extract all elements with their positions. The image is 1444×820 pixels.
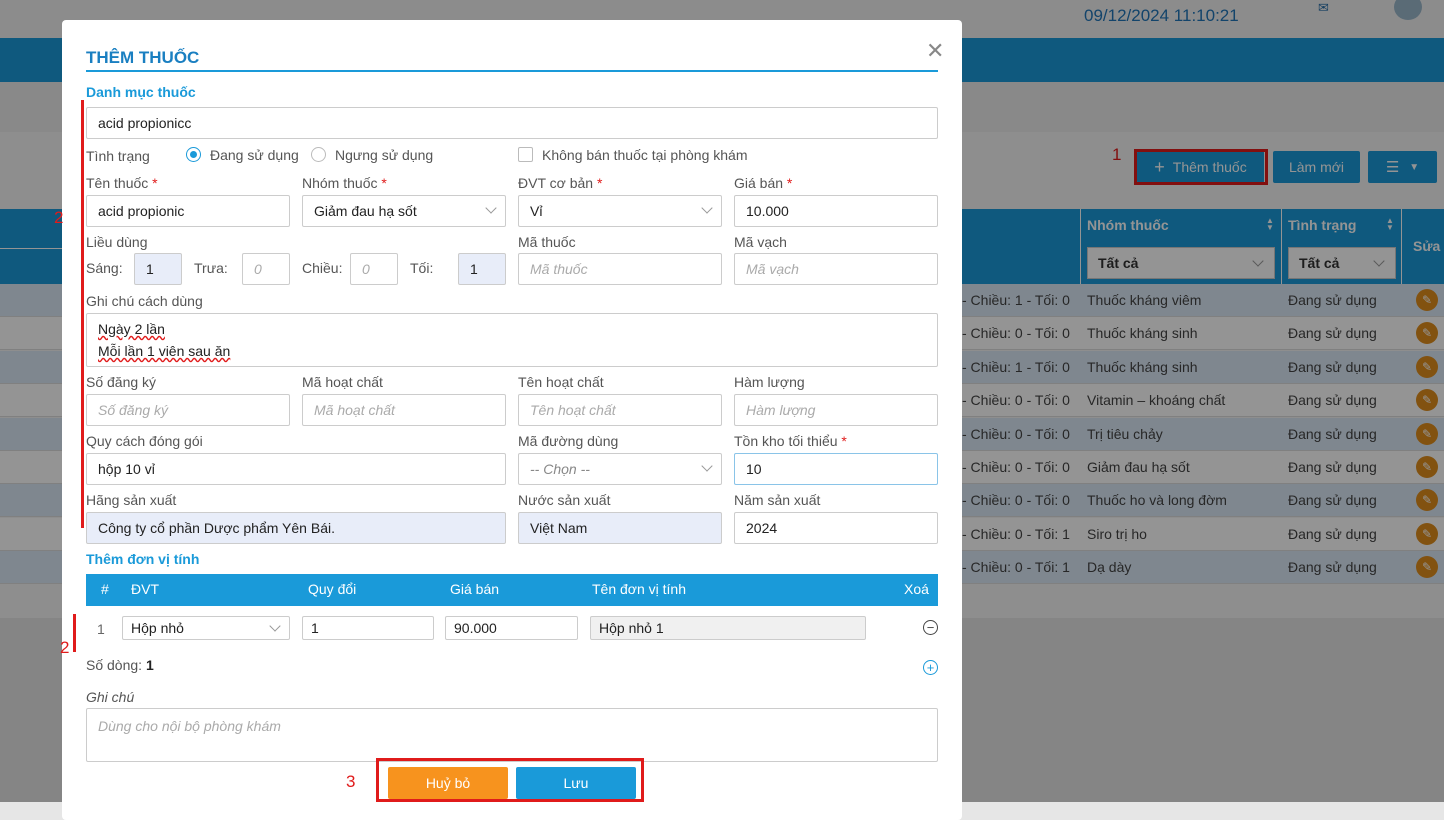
min-stock-input[interactable] — [734, 453, 938, 485]
active-code-label: Mã hoạt chất — [302, 374, 383, 390]
packing-label: Quy cách đóng gói — [86, 433, 203, 449]
remove-row-icon[interactable]: − — [923, 620, 938, 635]
note-label: Ghi chú — [86, 689, 135, 705]
save-button[interactable]: Lưu — [516, 767, 636, 799]
catalog-search-input[interactable] — [86, 107, 938, 139]
row-count: Số dòng: 1 — [86, 657, 154, 673]
active-name-label: Tên hoạt chất — [518, 374, 604, 390]
medicine-code-input[interactable] — [518, 253, 722, 285]
code-label: Mã thuốc — [518, 234, 576, 250]
barcode-input[interactable] — [734, 253, 938, 285]
units-col-price: Giá bán — [450, 581, 500, 597]
status-active-label[interactable]: Đang sử dụng — [210, 147, 299, 163]
morning-dose-input[interactable] — [134, 253, 182, 285]
price-label: Giá bán * — [734, 175, 793, 191]
country-label: Nước sản xuất — [518, 492, 611, 508]
status-inactive-label[interactable]: Ngưng sử dụng — [335, 147, 433, 163]
cancel-button[interactable]: Huỷ bỏ — [388, 767, 508, 799]
evening-label: Tối: — [410, 260, 434, 276]
close-icon[interactable]: ✕ — [926, 38, 944, 64]
units-table-header: # ĐVT Quy đổi Giá bán Tên đơn vị tính Xo… — [86, 574, 938, 606]
title-underline — [86, 70, 938, 72]
units-col-name: Tên đơn vị tính — [592, 581, 687, 597]
unit-row-price-input[interactable] — [445, 616, 578, 640]
annotation-number-2b: 2 — [60, 638, 70, 657]
unit-row-number: 1 — [97, 621, 105, 637]
status-active-radio[interactable] — [186, 147, 201, 162]
annotation-bracket-2a — [81, 100, 84, 528]
status-label: Tình trạng — [86, 148, 150, 164]
status-inactive-radio[interactable] — [311, 147, 326, 162]
evening-dose-input[interactable] — [458, 253, 506, 285]
name-label: Tên thuốc * — [86, 175, 158, 191]
units-col-num: # — [101, 581, 109, 597]
section-units-title: Thêm đơn vị tính — [86, 551, 200, 567]
unit-row-name-input[interactable] — [590, 616, 866, 640]
maker-input[interactable] — [86, 512, 506, 544]
section-catalog-title: Danh mục thuốc — [86, 84, 196, 100]
no-sale-label[interactable]: Không bán thuốc tại phòng khám — [542, 147, 748, 163]
afternoon-label: Chiều: — [302, 260, 343, 276]
unit-row-convert-input[interactable] — [302, 616, 434, 640]
morning-label: Sáng: — [86, 260, 123, 276]
active-code-input[interactable] — [302, 394, 506, 426]
chevron-down-icon — [701, 460, 713, 472]
group-select[interactable]: Giảm đau hạ sốt — [302, 195, 506, 227]
year-input[interactable] — [734, 512, 938, 544]
strength-label: Hàm lượng — [734, 374, 805, 390]
active-name-input[interactable] — [518, 394, 722, 426]
units-col-delete: Xoá — [904, 581, 929, 597]
country-input[interactable] — [518, 512, 722, 544]
base-unit-select[interactable]: Vỉ — [518, 195, 722, 227]
units-col-unit: ĐVT — [131, 581, 159, 597]
chevron-down-icon — [485, 202, 497, 214]
route-select[interactable]: -- Chọn -- — [518, 453, 722, 485]
route-label: Mã đường dùng — [518, 433, 619, 449]
no-sale-checkbox[interactable] — [518, 147, 533, 162]
year-label: Năm sản xuất — [734, 492, 821, 508]
add-row-icon[interactable]: + — [923, 660, 938, 675]
price-input[interactable] — [734, 195, 938, 227]
units-col-convert: Quy đổi — [308, 581, 357, 597]
reg-number-label: Số đăng ký — [86, 374, 157, 390]
dosage-label: Liều dùng — [86, 234, 148, 250]
annotation-number-2a: 2 — [54, 208, 64, 227]
annotation-number-3: 3 — [346, 772, 356, 791]
unit-row-unit-select[interactable]: Hộp nhỏ — [122, 616, 290, 640]
chevron-down-icon — [269, 620, 281, 632]
strength-input[interactable] — [734, 394, 938, 426]
usage-note-label: Ghi chú cách dùng — [86, 293, 203, 309]
add-medicine-modal: THÊM THUỐC ✕ 2 2 Danh mục thuốc Tình trạ… — [54, 20, 962, 820]
base-unit-label: ĐVT cơ bản * — [518, 175, 603, 191]
noon-label: Trưa: — [194, 260, 228, 276]
packing-input[interactable] — [86, 453, 506, 485]
reg-number-input[interactable] — [86, 394, 290, 426]
min-stock-label: Tồn kho tối thiểu * — [734, 433, 847, 449]
chevron-down-icon — [701, 202, 713, 214]
medicine-name-input[interactable] — [86, 195, 290, 227]
note-textarea[interactable] — [86, 708, 938, 762]
afternoon-dose-input[interactable] — [350, 253, 398, 285]
barcode-label: Mã vạch — [734, 234, 787, 250]
noon-dose-input[interactable] — [242, 253, 290, 285]
maker-label: Hãng sản xuất — [86, 492, 177, 508]
group-label: Nhóm thuốc * — [302, 175, 387, 191]
usage-note-textarea[interactable]: Ngày 2 lần Mỗi lần 1 viên sau ăn — [86, 313, 938, 367]
annotation-bracket-2b — [73, 614, 76, 652]
modal-title: THÊM THUỐC — [86, 48, 200, 67]
